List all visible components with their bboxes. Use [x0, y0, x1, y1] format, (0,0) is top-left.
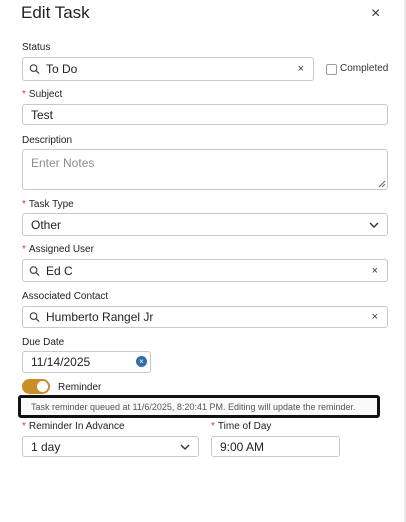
- subject-input[interactable]: Test: [22, 104, 388, 125]
- status-value: To Do: [46, 62, 78, 76]
- reminder-notice: Task reminder queued at 11/6/2025, 8:20:…: [18, 395, 380, 418]
- subject-value: Test: [31, 107, 54, 122]
- completed-checkbox[interactable]: [326, 64, 337, 75]
- associated-contact-field[interactable]: Humberto Rangel Jr ×: [22, 306, 388, 328]
- description-label: Description: [22, 135, 73, 146]
- time-of-day-label: * Time of Day: [211, 421, 272, 432]
- status-label: Status: [22, 42, 51, 53]
- completed-label: Completed: [340, 63, 389, 74]
- task-type-select[interactable]: Other: [22, 213, 388, 236]
- due-date-label: Due Date: [22, 337, 65, 348]
- due-date-input[interactable]: 11/14/2025: [22, 351, 151, 373]
- reminder-in-advance-label: * Reminder In Advance: [22, 421, 125, 432]
- associated-contact-value: Humberto Rangel Jr: [46, 310, 154, 324]
- toggle-knob: [37, 381, 48, 392]
- description-placeholder: Enter Notes: [31, 156, 95, 170]
- edit-task-dialog: Edit Task × Status To Do × Completed * Su…: [0, 0, 405, 522]
- chevron-down-icon: [180, 444, 190, 450]
- status-field[interactable]: To Do ×: [22, 57, 314, 81]
- assigned-user-label: * Assigned User: [22, 244, 94, 255]
- reminder-in-advance-value: 1 day: [31, 439, 61, 454]
- assigned-user-clear-icon[interactable]: ×: [372, 265, 378, 277]
- search-icon: [29, 64, 40, 75]
- chevron-down-icon: [369, 222, 379, 228]
- assigned-user-value: Ed C: [46, 263, 73, 278]
- time-of-day-value: 9:00 AM: [220, 439, 265, 454]
- reminder-toggle[interactable]: [22, 379, 50, 394]
- task-type-value: Other: [31, 217, 62, 232]
- status-clear-icon[interactable]: ×: [298, 63, 304, 75]
- close-icon[interactable]: ×: [371, 5, 380, 23]
- due-date-clear-icon[interactable]: ×: [136, 356, 147, 367]
- associated-contact-clear-icon[interactable]: ×: [372, 311, 378, 323]
- description-textarea[interactable]: Enter Notes: [22, 149, 388, 190]
- search-icon: [29, 265, 40, 276]
- associated-contact-label: Associated Contact: [22, 291, 109, 302]
- reminder-label: Reminder: [58, 382, 102, 393]
- subject-label: * Subject: [22, 89, 63, 100]
- reminder-in-advance-select[interactable]: 1 day: [22, 436, 199, 457]
- search-icon: [29, 312, 40, 323]
- assigned-user-field[interactable]: Ed C ×: [22, 259, 388, 282]
- time-of-day-input[interactable]: 9:00 AM: [211, 436, 340, 457]
- dialog-title: Edit Task: [21, 3, 90, 22]
- due-date-value: 11/14/2025: [31, 355, 91, 369]
- task-type-label: * Task Type: [22, 199, 74, 210]
- reminder-notice-text: Task reminder queued at 11/6/2025, 8:20:…: [31, 402, 356, 412]
- resize-handle-icon[interactable]: [378, 180, 386, 188]
